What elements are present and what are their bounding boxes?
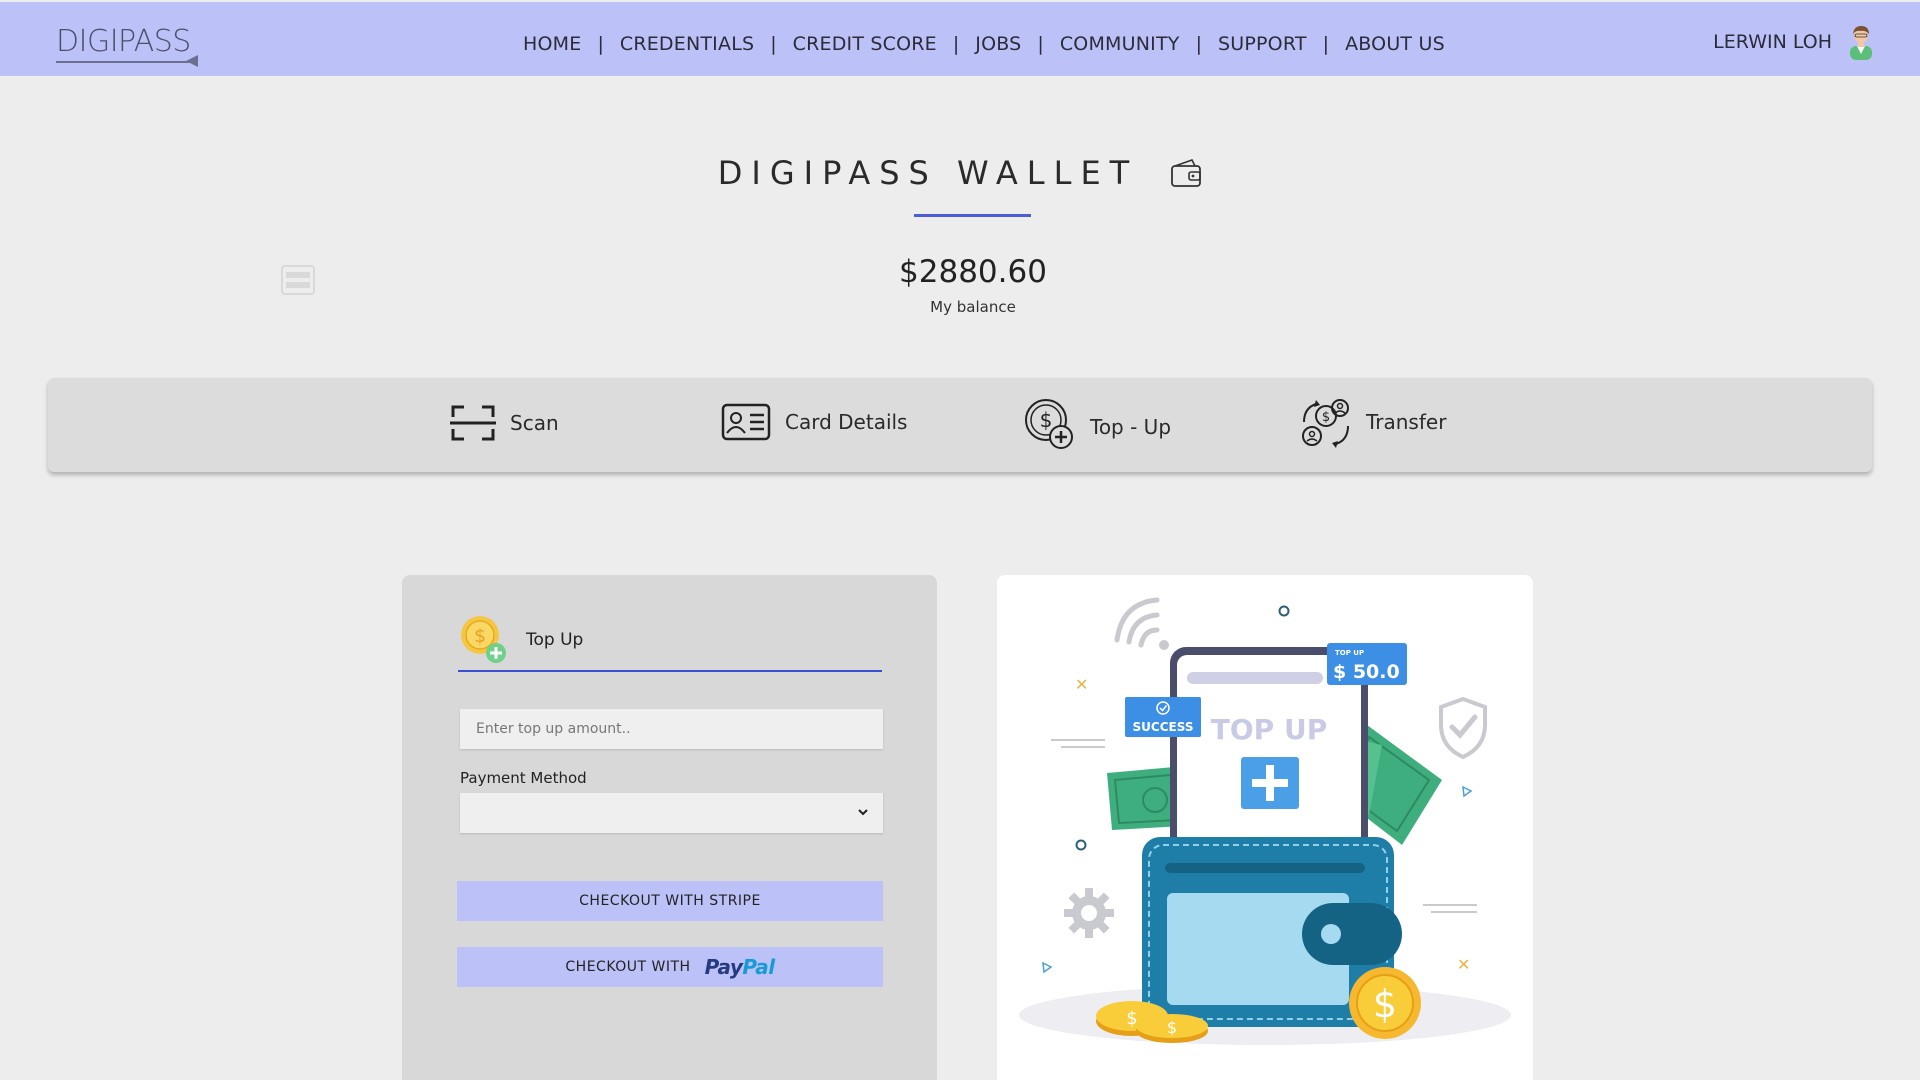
badge-amount-text: $ 50.0: [1333, 661, 1400, 683]
title-underline: [914, 214, 1031, 217]
id-card-icon: [721, 403, 771, 441]
svg-text:$: $: [1167, 1018, 1177, 1037]
page-title: DIGIPASS WALLET: [717, 154, 1139, 192]
avatar-icon: [1850, 26, 1872, 60]
top-up-label: Top - Up: [1090, 415, 1172, 439]
badge-small-text: TOP UP: [1335, 649, 1364, 657]
coin-icon: $: [1349, 967, 1421, 1039]
card-details-label: Card Details: [785, 410, 908, 434]
nav-about-us[interactable]: ABOUT US: [1345, 33, 1445, 55]
nav-home[interactable]: HOME: [523, 33, 581, 55]
checkout-stripe-label: CHECKOUT WITH STRIPE: [579, 893, 761, 909]
svg-text:$: $: [1126, 1008, 1137, 1029]
user-name: LERWIN LOH: [1713, 31, 1832, 53]
svg-text:$: $: [1322, 410, 1330, 425]
wallet-header: DIGIPASS WALLET: [0, 154, 1920, 192]
svg-text:✕: ✕: [1075, 675, 1088, 694]
scan-action[interactable]: Scan: [450, 404, 559, 442]
user-menu[interactable]: LERWIN LOH: [1713, 24, 1876, 60]
top-up-heading: Top Up: [526, 630, 584, 650]
logo-triangle: [186, 55, 198, 67]
nav-community[interactable]: COMMUNITY: [1060, 33, 1180, 55]
top-up-amount-input[interactable]: [460, 709, 883, 749]
nav-credentials[interactable]: CREDENTIALS: [620, 33, 754, 55]
wallet-actions-bar: Scan Card Details $ Top - Up $ Transfer: [48, 378, 1872, 472]
transfer-icon: $: [1302, 399, 1349, 448]
paypal-logo-pay: Pay: [704, 955, 743, 979]
coin-plus-icon: $: [1025, 399, 1073, 449]
balance-label: My balance: [930, 298, 1016, 316]
scan-label: Scan: [510, 411, 559, 435]
transfer-action[interactable]: $ Transfer: [1300, 398, 1446, 448]
logo-text: DIGIPASS: [56, 24, 191, 59]
top-up-form-card: $ Top Up Payment Method CHECKOUT WITH ST…: [402, 575, 937, 1080]
wifi-icon: [1114, 597, 1160, 648]
top-up-amount-badge: TOP UP $ 50.0: [1327, 643, 1407, 685]
card-details-action[interactable]: Card Details: [721, 403, 907, 441]
shield-check-icon: [1439, 696, 1487, 760]
nav-separator: |: [952, 33, 960, 55]
nav-support[interactable]: SUPPORT: [1218, 33, 1307, 55]
paypal-logo: PayPal: [704, 955, 776, 979]
wallet-icon: [1171, 159, 1202, 187]
screen-title-text: TOP UP: [1211, 713, 1327, 746]
top-up-illustration: ✕ ✕ TOP UP SUCCESS TOP UP $ 50.0 $ $ $: [1019, 597, 1511, 1045]
nav-separator: |: [1322, 33, 1330, 55]
nav-jobs[interactable]: JOBS: [975, 33, 1021, 55]
logo-underline: [56, 61, 192, 63]
top-up-action[interactable]: $ Top - Up: [1024, 398, 1171, 450]
scan-icon: [450, 405, 496, 441]
transfer-label: Transfer: [1366, 410, 1447, 434]
balance-amount: $2880.60: [899, 254, 1047, 290]
checkout-paypal-label: CHECKOUT WITH: [565, 959, 691, 975]
coin-symbol: $: [1373, 982, 1397, 1026]
payment-method-select[interactable]: [460, 793, 883, 833]
success-text: SUCCESS: [1133, 720, 1194, 734]
checkout-stripe-button[interactable]: CHECKOUT WITH STRIPE: [457, 881, 883, 921]
svg-text:$: $: [474, 625, 486, 647]
svg-text:✕: ✕: [1457, 955, 1470, 974]
nav-separator: |: [597, 33, 604, 55]
top-up-header: $ Top Up: [460, 615, 583, 665]
success-badge: SUCCESS: [1125, 697, 1201, 737]
paypal-logo-pal: Pal: [742, 955, 775, 979]
logo[interactable]: DIGIPASS: [56, 24, 198, 68]
svg-text:$: $: [1040, 408, 1053, 432]
gear-icon: [1064, 888, 1114, 938]
navbar: DIGIPASS HOME | CREDENTIALS | CREDIT SCO…: [0, 2, 1920, 76]
checkout-paypal-button[interactable]: CHECKOUT WITH PayPal: [457, 947, 883, 987]
payment-method-label: Payment Method: [460, 769, 587, 787]
top-up-underline: [458, 670, 882, 672]
top-up-illustration-card: ✕ ✕ TOP UP SUCCESS TOP UP $ 50.0 $ $ $: [997, 575, 1533, 1080]
nav-separator: |: [770, 33, 777, 55]
coin-plus-icon: $: [461, 616, 506, 663]
main-nav: HOME | CREDENTIALS | CREDIT SCORE | JOBS…: [523, 32, 1445, 56]
nav-separator: |: [1195, 33, 1202, 55]
nav-credit-score[interactable]: CREDIT SCORE: [793, 33, 937, 55]
chevron-down-icon: [858, 809, 868, 816]
nav-separator: |: [1037, 33, 1044, 55]
